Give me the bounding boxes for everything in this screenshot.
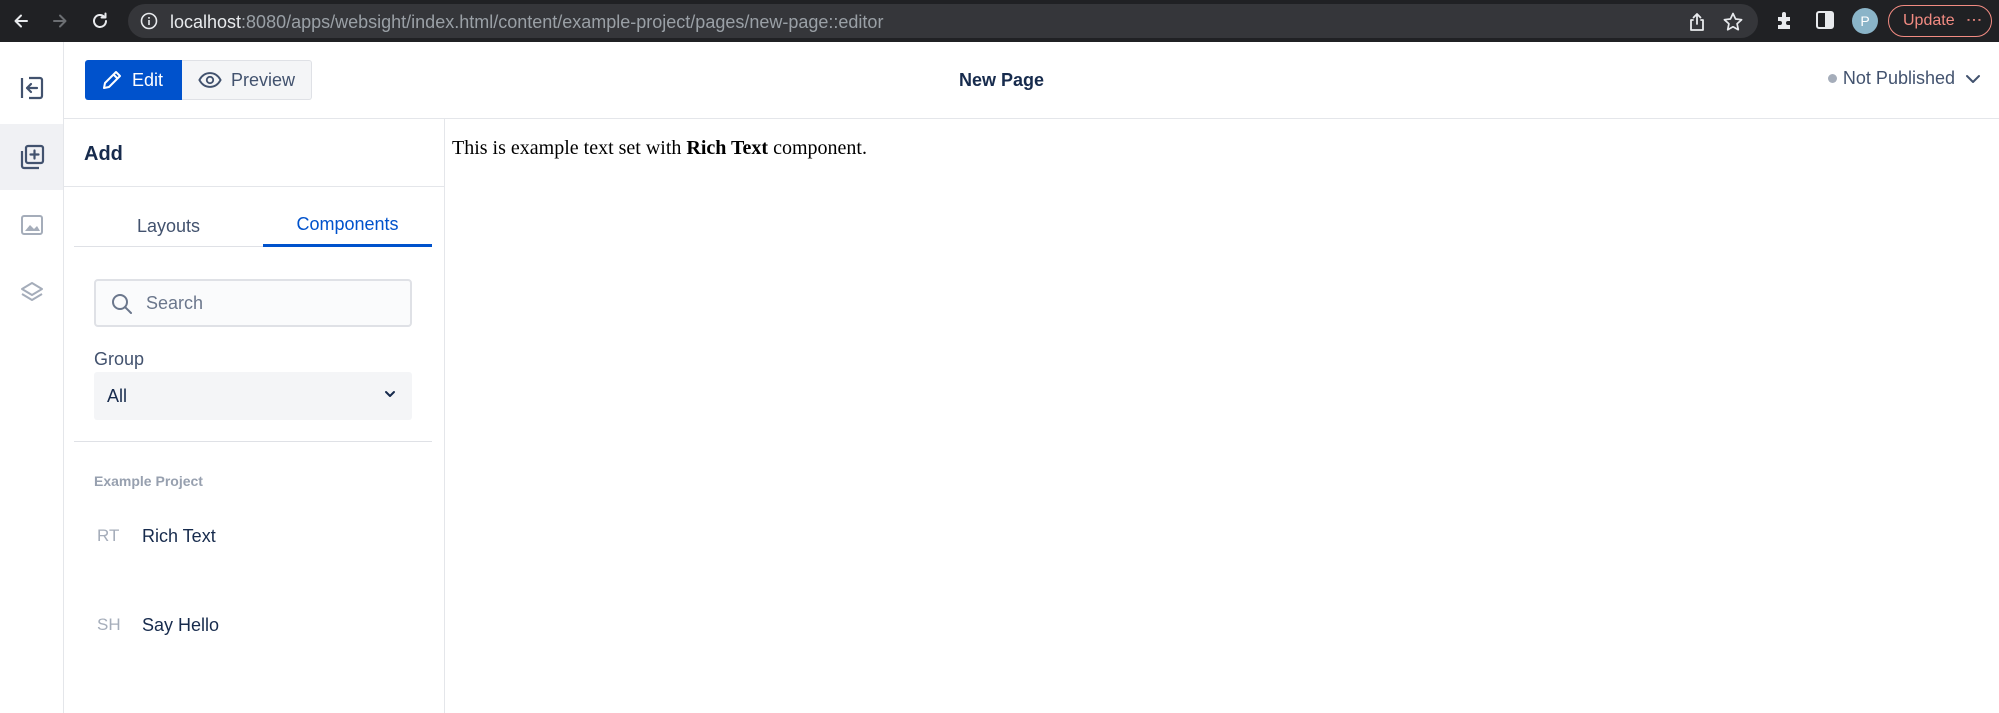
more-options-icon: ⋮ [1965, 12, 1982, 26]
rich-text-bold: Rich Text [686, 137, 769, 159]
update-button[interactable]: Update ⋮ [1888, 5, 1992, 37]
extensions-icon[interactable] [1774, 9, 1796, 31]
component-group-label: Example Project [94, 473, 203, 489]
reload-icon [93, 12, 107, 28]
chevron-down-icon [385, 391, 395, 397]
search-field[interactable] [94, 279, 412, 327]
back-button[interactable] [6, 6, 36, 36]
component-abbr: SH [97, 615, 121, 634]
rich-text-before: This is example text set with [452, 137, 687, 159]
arrow-left-icon [14, 14, 28, 28]
eye-icon [198, 72, 222, 88]
edit-label: Edit [132, 69, 164, 90]
edit-mode-button[interactable]: Edit [85, 60, 182, 100]
url-text: localhost:8080/apps/websight/index.html/… [170, 12, 883, 33]
group-label: Group [94, 349, 145, 369]
exit-icon [20, 76, 43, 100]
publish-status-label: Not Published [1842, 68, 1955, 88]
rich-text-component[interactable]: This is example text set with Rich Text … [452, 137, 867, 160]
rail-assets-button[interactable] [0, 192, 63, 258]
side-panel-icon[interactable] [1814, 9, 1836, 31]
tab-components[interactable]: Components [263, 205, 432, 247]
component-item-say-hello[interactable]: SH Say Hello [94, 603, 412, 647]
preview-mode-button[interactable]: Preview [182, 60, 312, 100]
profile-avatar[interactable]: P [1852, 8, 1878, 34]
panel-divider [74, 441, 432, 442]
rich-text-after: component. [768, 137, 867, 159]
share-icon[interactable] [1686, 11, 1708, 33]
address-bar[interactable]: localhost:8080/apps/websight/index.html/… [128, 4, 1758, 38]
page-canvas[interactable]: This is example text set with Rich Text … [445, 119, 1999, 713]
component-name: Rich Text [142, 525, 216, 546]
pencil-icon [103, 71, 121, 89]
panel-title: Add [84, 143, 123, 165]
search-input[interactable] [146, 293, 396, 314]
image-icon [20, 215, 43, 235]
page-title: New Page [959, 70, 1045, 90]
component-abbr: RT [97, 526, 120, 545]
layers-icon [20, 282, 43, 301]
editor-toolbar: Edit Preview New Page Not Published [64, 42, 1999, 119]
add-component-icon [20, 144, 44, 170]
preview-label: Preview [230, 69, 295, 90]
status-dot [1827, 74, 1837, 83]
bookmark-star-icon[interactable] [1722, 11, 1744, 33]
url-host: localhost [170, 12, 242, 32]
chevron-down-icon [1966, 74, 1980, 83]
browser-toolbar: localhost:8080/apps/websight/index.html/… [0, 0, 1999, 42]
tab-layouts[interactable]: Layouts [74, 205, 263, 247]
update-label: Update [1903, 12, 1955, 29]
search-icon [112, 294, 132, 314]
info-icon[interactable] [140, 12, 158, 30]
panel-tabs: Layouts Components [74, 205, 432, 247]
rail-add-button[interactable] [0, 124, 63, 190]
group-select[interactable]: All [94, 372, 412, 420]
url-path: :8080/apps/websight/index.html/content/e… [241, 12, 884, 32]
icon-rail [0, 42, 64, 713]
arrow-right-icon [53, 14, 67, 28]
component-item-rich-text[interactable]: RT Rich Text [94, 514, 412, 558]
mode-switch: Edit Preview [85, 60, 312, 100]
rail-exit-button[interactable] [0, 55, 63, 121]
component-name: Say Hello [142, 614, 220, 635]
panel-header: Add [64, 119, 444, 187]
forward-button[interactable] [45, 6, 75, 36]
add-panel: Add Layouts Components Group All Example… [64, 119, 445, 713]
publish-status-dropdown[interactable]: Not Published [1827, 68, 1981, 89]
rail-layers-button[interactable] [0, 260, 63, 326]
reload-button[interactable] [85, 6, 115, 36]
group-select-value: All [107, 386, 128, 406]
